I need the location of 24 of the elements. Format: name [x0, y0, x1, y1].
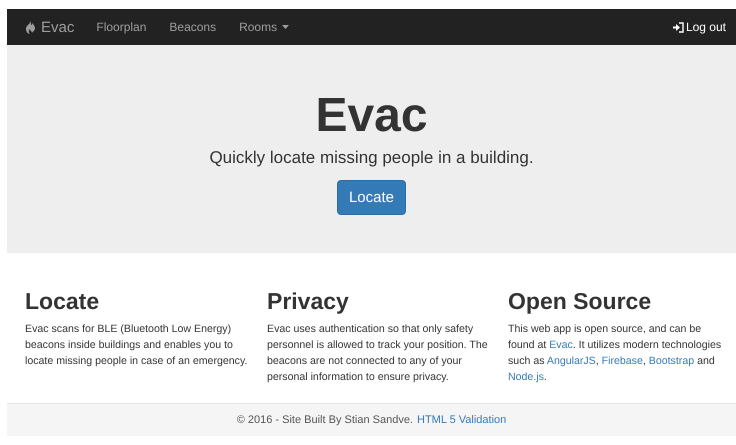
tagline: Quickly locate missing people in a building. — [209, 148, 534, 168]
text-link[interactable]: Firebase — [602, 355, 643, 367]
nav-link[interactable]: Beacons — [169, 20, 216, 34]
logout-link[interactable]: Log out — [672, 20, 726, 34]
section-heading: Privacy — [267, 287, 350, 315]
text-link[interactable]: Bootstrap — [648, 355, 694, 367]
section-text: This web app is open source, and can be found at Evac. It utilizes modern technologies such as AngularJS, Firebase, Bootstrap and Node.js. — [508, 322, 722, 385]
locate-button[interactable]: Locate — [336, 180, 406, 215]
text-link[interactable]: Evac — [549, 339, 573, 351]
dropdown-toggle[interactable]: Rooms — [239, 20, 290, 34]
text-link[interactable]: AngularJS — [546, 355, 596, 367]
footer-text: © 2016 - Site Built By Stian Sandve. — [236, 414, 413, 426]
nav-link[interactable]: Floorplan — [96, 20, 146, 34]
text-link[interactable]: Node.js — [508, 371, 544, 383]
brand-link[interactable]: Evac — [25, 18, 74, 36]
section-text: Evac uses authentication so that only safety personnel is allowed to track your position. The beacons are not connected to any of your personal information to ensure privacy. — [267, 322, 489, 385]
section-text: Evac scans for BLE (Bluetooth Low Energy) beacons inside buildings and enables you to locate missing people in case of an emergency. — [25, 322, 248, 369]
flame-icon — [25, 20, 36, 34]
page-title: Evac — [315, 88, 428, 144]
section-heading: Locate — [25, 287, 100, 315]
section-heading: Open Source — [508, 287, 652, 315]
validation-link[interactable]: HTML 5 Validation — [417, 414, 506, 426]
caret-icon — [282, 25, 290, 29]
logout-icon — [672, 22, 684, 32]
